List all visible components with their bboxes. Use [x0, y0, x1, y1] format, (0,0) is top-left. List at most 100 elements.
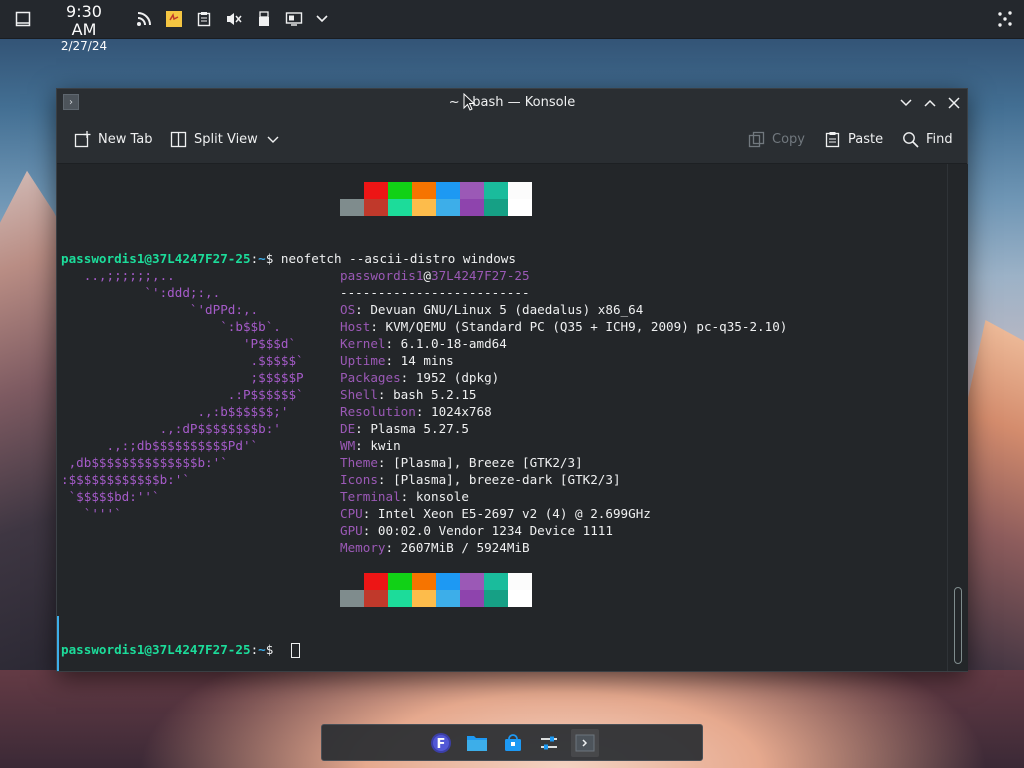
find-button[interactable]: Find: [902, 131, 953, 148]
color-swatch: [460, 573, 484, 590]
info-row: Theme: [Plasma], Breeze [GTK2/3]: [340, 455, 583, 470]
info-key: Terminal: [340, 489, 401, 504]
terminal-view[interactable]: passwordis1@37L4247F27-25:~$ neofetch --…: [57, 164, 947, 671]
rss-icon[interactable]: [134, 9, 154, 29]
chevron-down-icon[interactable]: [312, 9, 332, 29]
split-view-button[interactable]: Split View: [170, 131, 282, 148]
info-row: Uptime: 14 mins: [340, 353, 454, 368]
info-value: kwin: [370, 438, 401, 453]
info-row: Icons: [Plasma], breeze-dark [GTK2/3]: [340, 472, 621, 487]
info-key: Memory: [340, 540, 386, 555]
scrollbar-thumb[interactable]: [954, 587, 962, 664]
color-swatch: [484, 199, 508, 216]
mouse-pointer-icon: [463, 92, 476, 115]
store-icon[interactable]: [499, 729, 527, 757]
konsole-toolbar: New Tab Split View Copy Paste Find: [57, 116, 967, 164]
info-key: WM: [340, 438, 356, 453]
color-swatch: [484, 182, 508, 199]
info-separator: -------------------------: [340, 285, 530, 300]
prompt-line: passwordis1@37L4247F27-25:~$ neofetch --…: [61, 250, 516, 267]
color-swatch: [436, 182, 460, 199]
color-swatch: [508, 590, 532, 607]
info-row: Host: KVM/QEMU (Standard PC (Q35 + ICH9,…: [340, 319, 788, 334]
color-swatch: [460, 182, 484, 199]
info-value: Intel Xeon E5-2697 v2 (4) @ 2.699GHz: [377, 506, 651, 521]
new-tab-label: New Tab: [98, 132, 153, 147]
split-view-icon: [170, 131, 187, 148]
info-row: Memory: 2607MiB / 5924MiB: [340, 540, 530, 555]
minimize-icon[interactable]: [897, 94, 915, 112]
top-panel: 9:30 AM 2/27/24: [0, 0, 1024, 53]
color-swatch: [508, 573, 532, 590]
info-value: Devuan GNU/Linux 5 (daedalus) x86_64: [370, 302, 644, 317]
prompt-user: passwordis1@37L4247F27-25: [61, 642, 251, 657]
color-swatch: [412, 590, 436, 607]
color-swatch: [460, 199, 484, 216]
settings-icon[interactable]: [535, 729, 563, 757]
color-swatch: [364, 573, 388, 590]
info-value: konsole: [415, 489, 469, 504]
info-row: OS: Devuan GNU/Linux 5 (daedalus) x86_64: [340, 302, 644, 317]
new-tab-button[interactable]: New Tab: [74, 131, 153, 148]
copy-button[interactable]: Copy: [748, 131, 805, 148]
window-titlebar[interactable]: › ~ : bash — Konsole: [57, 89, 967, 116]
color-swatch: [412, 182, 436, 199]
copy-label: Copy: [772, 132, 805, 147]
clipboard-icon[interactable]: [194, 9, 214, 29]
file-manager-icon[interactable]: [463, 729, 491, 757]
info-key: Icons: [340, 472, 378, 487]
copy-icon: [748, 131, 765, 148]
info-key: Shell: [340, 387, 378, 402]
info-row: Resolution: 1024x768: [340, 404, 492, 419]
ascii-logo-line: `$$$$$bd:''`: [61, 489, 160, 504]
selection-accent: [57, 616, 59, 671]
info-value: 2607MiB / 5924MiB: [400, 540, 530, 555]
konsole-window: › ~ : bash — Konsole New Tab Split View: [56, 88, 968, 672]
paste-icon: [824, 131, 841, 148]
digital-clock[interactable]: 9:30 AM 2/27/24: [52, 3, 116, 54]
info-row: WM: kwin: [340, 438, 401, 453]
info-value: 6.1.0-18-amd64: [400, 336, 507, 351]
show-desktop-icon[interactable]: [13, 9, 33, 29]
ascii-logo-line: .,:b$$$$$$;': [61, 404, 289, 419]
prompt-line-current: passwordis1@37L4247F27-25:~$: [61, 641, 281, 658]
find-label: Find: [926, 132, 953, 147]
info-row: Packages: 1952 (dpkg): [340, 370, 500, 385]
prompt-symbol: $: [265, 251, 281, 266]
info-key: Uptime: [340, 353, 386, 368]
info-row: Terminal: konsole: [340, 489, 469, 504]
color-swatch: [484, 573, 508, 590]
info-value: [Plasma], breeze-dark [GTK2/3]: [393, 472, 621, 487]
color-swatch: [388, 590, 412, 607]
usb-drive-icon[interactable]: [254, 9, 274, 29]
svg-text:F: F: [437, 737, 446, 752]
display-config-icon[interactable]: [284, 9, 304, 29]
ascii-logo-line: 'P$$$d`: [61, 336, 297, 351]
ascii-logo-line: `':ddd;:,.: [61, 285, 221, 300]
text-cursor: [291, 643, 300, 658]
ascii-logo-line: .,:;db$$$$$$$$$$Pd'`: [61, 438, 259, 453]
info-row: DE: Plasma 5.27.5: [340, 421, 469, 436]
color-swatch: [340, 199, 364, 216]
network-icon[interactable]: [995, 9, 1015, 29]
color-palette-top: [340, 182, 532, 216]
close-icon[interactable]: [945, 94, 963, 112]
color-swatch: [340, 590, 364, 607]
taskbar-dock: F: [321, 724, 703, 761]
info-key: Packages: [340, 370, 401, 385]
info-key: DE: [340, 421, 356, 436]
info-user: passwordis1: [340, 268, 424, 283]
color-swatch: [364, 590, 388, 607]
color-swatch: [364, 199, 388, 216]
fedora-launcher-icon[interactable]: F: [427, 729, 455, 757]
info-key: Resolution: [340, 404, 416, 419]
terminal-scrollbar[interactable]: [947, 164, 968, 671]
info-value: [Plasma], Breeze [GTK2/3]: [393, 455, 583, 470]
konsole-icon[interactable]: [571, 729, 599, 757]
sticky-note-icon[interactable]: [164, 9, 184, 29]
paste-label: Paste: [848, 132, 884, 147]
volume-muted-icon[interactable]: [224, 9, 244, 29]
info-key: GPU: [340, 523, 363, 538]
paste-button[interactable]: Paste: [824, 131, 883, 148]
maximize-icon[interactable]: [921, 94, 939, 112]
